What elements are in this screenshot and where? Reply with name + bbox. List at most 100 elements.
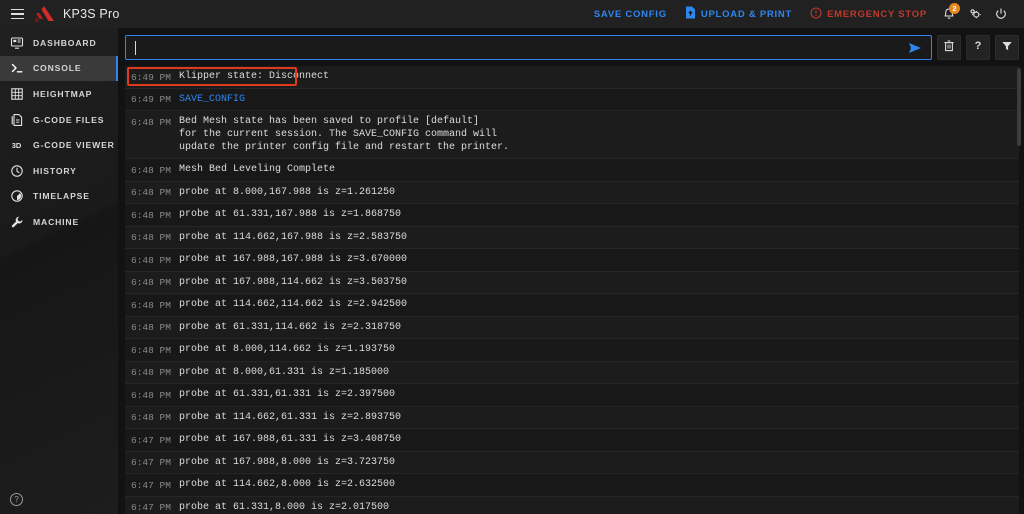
console-log-timestamp: 6:48 PM xyxy=(131,412,171,423)
help-circle-icon[interactable]: ? xyxy=(10,493,23,506)
save-config-label: SAVE CONFIG xyxy=(593,8,667,20)
console-log-timestamp: 6:48 PM xyxy=(131,232,171,243)
sidebar-item-heightmap[interactable]: HEIGHTMAP xyxy=(0,81,118,107)
console-log-row: 6:48 PM probe at 61.331,167.988 is z=1.86… xyxy=(125,204,1019,227)
sidebar-label: TIMELAPSE xyxy=(33,191,90,202)
console-log-timestamp: 6:48 PM xyxy=(131,277,171,288)
sidebar-navigation: DASHBOARD CONSOLE HEIGHTMAP G-CODE FILES… xyxy=(0,28,118,514)
notifications-button[interactable]: 2 xyxy=(936,2,962,26)
upload-file-icon xyxy=(685,6,696,22)
emergency-stop-label: EMERGENCY STOP xyxy=(827,8,927,20)
sidebar-item-gcode-viewer[interactable]: 3D G-CODE VIEWER xyxy=(0,132,118,158)
clock-history-icon xyxy=(9,163,24,178)
console-log-message: probe at 61.331,114.662 is z=2.318750 xyxy=(179,321,402,333)
console-panel: ? 6:49 PM Klipper state: Disconnect 6:49 P… xyxy=(118,28,1024,514)
console-log-message: probe at 167.988,8.000 is z=3.723750 xyxy=(179,456,396,468)
console-log-row: 6:48 PM probe at 61.331,61.331 is z=2.397… xyxy=(125,384,1019,407)
console-log-row: 6:48 PM probe at 8.000,61.331 is z=1.1850… xyxy=(125,361,1019,384)
question-icon: ? xyxy=(972,39,984,57)
sidebar-item-history[interactable]: HISTORY xyxy=(0,158,118,184)
console-command-input-wrapper[interactable] xyxy=(125,35,932,60)
console-log-timestamp: 6:47 PM xyxy=(131,434,171,446)
hamburger-menu-icon[interactable] xyxy=(6,3,28,25)
settings-button[interactable] xyxy=(962,2,988,26)
console-log-message: probe at 61.331,8.000 is z=2.017500 xyxy=(179,501,390,513)
file-code-icon xyxy=(9,112,24,127)
trash-icon xyxy=(943,39,955,57)
console-log-message: probe at 167.988,167.988 is z=3.670000 xyxy=(179,254,408,265)
app-title: KP3S Pro xyxy=(63,7,120,21)
console-log-row: 6:47 PM probe at 167.988,61.331 is z=3.40… xyxy=(125,429,1019,452)
console-help-button[interactable]: ? xyxy=(966,35,990,60)
sidebar-item-console[interactable]: CONSOLE xyxy=(0,55,118,82)
sidebar-label: HEIGHTMAP xyxy=(33,88,93,99)
sidebar-label: G-CODE VIEWER xyxy=(33,140,115,151)
console-log-timestamp: 6:48 PM xyxy=(131,322,171,333)
console-log-row: 6:48 PM probe at 114.662,167.988 is z=2.5… xyxy=(125,226,1019,249)
svg-text:?: ? xyxy=(975,40,982,52)
console-log-row: 6:49 PM Klipper state: Disconnect xyxy=(125,66,1019,89)
emergency-stop-button[interactable]: EMERGENCY STOP xyxy=(801,4,936,25)
console-filter-button[interactable] xyxy=(995,35,1019,60)
sidebar-item-gcode-files[interactable]: G-CODE FILES xyxy=(0,107,118,133)
console-log-row: 6:48 PM Mesh Bed Leveling Complete xyxy=(125,159,1019,182)
console-log-row: 6:48 PM probe at 167.988,114.662 is z=3.5… xyxy=(125,271,1019,294)
terminal-icon xyxy=(9,61,24,76)
console-log-message: probe at 114.662,61.331 is z=2.893750 xyxy=(179,411,402,423)
console-log-timestamp: 6:49 PM xyxy=(131,71,171,83)
console-log-row: 6:49 PM SAVE_CONFIG xyxy=(125,88,1019,111)
console-log-message: Mesh Bed Leveling Complete xyxy=(179,164,336,175)
sidebar-item-timelapse[interactable]: TIMELAPSE xyxy=(0,184,118,210)
console-log-row: 6:48 PM Bed Mesh state has been saved to … xyxy=(125,111,1019,159)
console-log-command[interactable]: SAVE_CONFIG xyxy=(173,93,245,106)
sidebar-label: G-CODE FILES xyxy=(33,114,105,125)
kp3s-logo-icon xyxy=(34,5,56,23)
console-log-message: Bed Mesh state has been saved to profile… xyxy=(179,116,510,153)
console-log-message: probe at 61.331,61.331 is z=2.397500 xyxy=(179,389,396,400)
console-log-timestamp: 6:48 PM xyxy=(131,116,171,128)
console-log-row: 6:48 PM probe at 8.000,114.662 is z=1.193… xyxy=(125,339,1019,362)
console-log-timestamp: 6:48 PM xyxy=(131,254,171,266)
console-log-timestamp: 6:47 PM xyxy=(131,457,171,468)
console-scrollbar-thumb[interactable] xyxy=(1017,68,1021,146)
console-log-timestamp: 6:48 PM xyxy=(131,344,171,356)
clear-console-button[interactable] xyxy=(937,35,961,60)
console-log-timestamp: 6:48 PM xyxy=(131,389,171,401)
console-log-message: probe at 114.662,167.988 is z=2.583750 xyxy=(179,231,408,243)
console-log-timestamp: 6:48 PM xyxy=(131,187,171,198)
console-log-message: Klipper state: Disconnect xyxy=(179,71,330,82)
console-log-message: probe at 114.662,114.662 is z=2.942500 xyxy=(179,299,408,310)
console-log-timestamp: 6:48 PM xyxy=(131,164,171,176)
console-log-message: probe at 8.000,167.988 is z=1.261250 xyxy=(179,186,396,198)
cube-3d-icon: 3D xyxy=(9,138,24,153)
save-config-button[interactable]: SAVE CONFIG xyxy=(585,6,676,23)
console-command-input[interactable] xyxy=(134,36,905,59)
send-arrow-icon[interactable] xyxy=(905,38,925,58)
console-log-message: probe at 167.988,114.662 is z=3.503750 xyxy=(179,276,408,288)
upload-and-print-button[interactable]: UPLOAD & PRINT xyxy=(676,3,801,25)
console-log-timestamp: 6:49 PM xyxy=(131,94,171,105)
power-button[interactable] xyxy=(988,2,1014,26)
upload-and-print-label: UPLOAD & PRINT xyxy=(700,8,793,20)
sidebar-label: MACHINE xyxy=(33,216,80,227)
top-header-bar: KP3S Pro SAVE CONFIG UPLOAD & PRINT EMER… xyxy=(0,0,1024,28)
console-log-timestamp: 6:48 PM xyxy=(131,209,171,221)
console-log-row: 6:47 PM probe at 167.988,8.000 is z=3.723… xyxy=(125,451,1019,474)
app-window: KP3S Pro SAVE CONFIG UPLOAD & PRINT EMER… xyxy=(0,0,1024,514)
console-log-message: probe at 167.988,61.331 is z=3.408750 xyxy=(179,434,402,445)
console-log-row: 6:48 PM probe at 167.988,167.988 is z=3.6… xyxy=(125,249,1019,272)
console-log-message: probe at 114.662,8.000 is z=2.632500 xyxy=(179,479,396,490)
notification-badge: 2 xyxy=(949,3,960,14)
console-log-row: 6:48 PM probe at 8.000,167.988 is z=1.261… xyxy=(125,181,1019,204)
sidebar-label: DASHBOARD xyxy=(33,37,97,48)
console-log-timestamp: 6:47 PM xyxy=(131,502,171,513)
console-log-row: 6:48 PM probe at 114.662,114.662 is z=2.9… xyxy=(125,294,1019,317)
sidebar-item-dashboard[interactable]: DASHBOARD xyxy=(0,30,118,56)
console-toolbar: ? xyxy=(125,35,1022,60)
header-actions: SAVE CONFIG UPLOAD & PRINT EMERGENCY STO… xyxy=(585,2,1014,26)
timelapse-icon xyxy=(9,189,24,204)
svg-text:3D: 3D xyxy=(12,141,22,150)
console-log-list[interactable]: 6:49 PM Klipper state: Disconnect 6:49 PM S… xyxy=(125,66,1022,514)
console-log-row: 6:47 PM probe at 114.662,8.000 is z=2.632… xyxy=(125,474,1019,497)
sidebar-item-machine[interactable]: MACHINE xyxy=(0,209,118,235)
